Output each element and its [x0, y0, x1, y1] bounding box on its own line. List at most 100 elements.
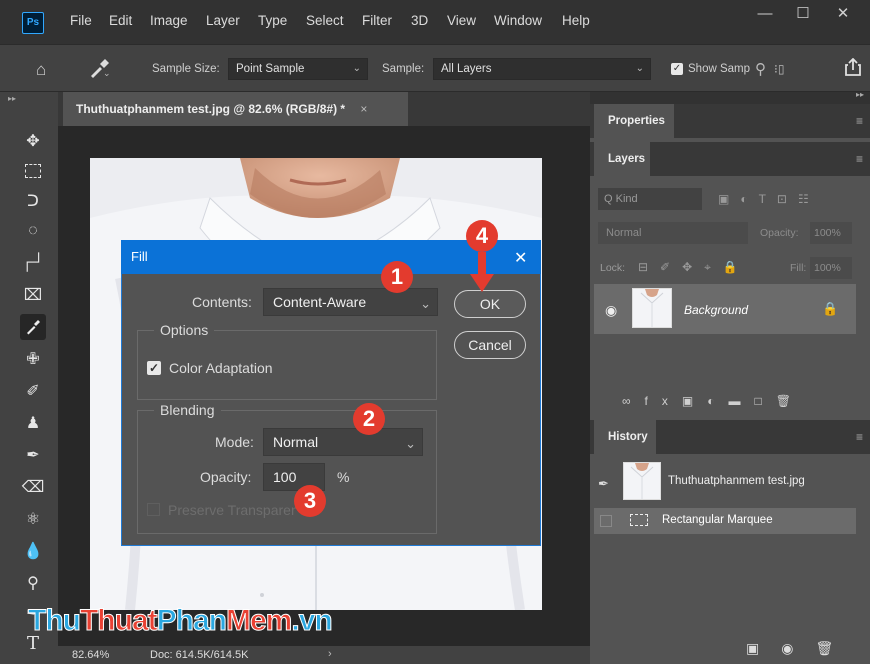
menu-window[interactable]: Window — [494, 13, 542, 28]
chevron-down-icon: ⌄ — [352, 63, 361, 74]
doc-size: Doc: 614.5K/614.5K — [150, 649, 249, 661]
layer-thumbnail — [632, 288, 672, 328]
dodge-tool-icon[interactable]: ⚲ — [20, 570, 46, 596]
photoshop-logo: Ps — [22, 12, 44, 34]
lock-label: Lock: — [600, 262, 626, 274]
history-item-label: Rectangular Marquee — [662, 514, 773, 526]
menu-select[interactable]: Select — [306, 13, 344, 28]
maximize-icon[interactable]: ☐ — [782, 0, 824, 28]
snapshot-thumbnail — [623, 462, 661, 500]
panel-menu-icon[interactable]: ≡ — [856, 114, 863, 128]
menu-edit[interactable]: Edit — [109, 13, 132, 28]
sample-select[interactable]: All Layers ⌄ — [433, 58, 651, 80]
chevron-down-icon: ⌄ — [420, 296, 431, 311]
lasso-tool-icon[interactable]: ᑐ — [20, 188, 46, 214]
history-brush-tool-icon[interactable]: ✒ — [20, 442, 46, 468]
status-bar: 82.64% Doc: 614.5K/614.5K › — [58, 646, 590, 664]
minimize-icon[interactable]: — — [744, 0, 786, 28]
ok-button[interactable]: OK — [454, 290, 526, 318]
tab-history[interactable]: History — [594, 420, 656, 454]
sample-size-label: Sample Size: — [152, 63, 220, 75]
step-badge-2: 2 — [353, 403, 385, 435]
quick-selection-tool-icon[interactable]: ◌ — [20, 218, 46, 244]
menu-filter[interactable]: Filter — [362, 13, 392, 28]
history-item-label: Thuthuatphanmem test.jpg — [668, 475, 805, 487]
marquee-icon — [630, 514, 648, 526]
document-tab[interactable]: Thuthuatphanmem test.jpg @ 82.6% (RGB/8#… — [63, 92, 408, 126]
search-icon[interactable]: ⚲ — [755, 60, 766, 78]
layer-filter-select[interactable]: Q Kind — [598, 188, 702, 210]
lock-icons[interactable]: ⊟✐✥⌖🔒 — [638, 260, 750, 275]
visibility-eye-icon[interactable]: ◉ — [605, 302, 617, 319]
watermark-logo: ThuThuatPhanMem.vn — [28, 604, 334, 638]
menu-file[interactable]: File — [70, 13, 92, 28]
cancel-button[interactable]: Cancel — [454, 331, 526, 359]
fill-field[interactable]: 100% — [810, 257, 852, 279]
blending-group-title: Blending — [154, 402, 221, 418]
contents-label: Contents: — [192, 294, 252, 310]
history-source-checkbox[interactable] — [600, 515, 612, 527]
menu-layer[interactable]: Layer — [206, 13, 240, 28]
move-tool-icon[interactable]: ✥ — [20, 128, 46, 154]
options-group-title: Options — [154, 322, 215, 338]
opacity-label: Opacity: — [760, 227, 799, 239]
opacity-label: Opacity: — [200, 469, 252, 485]
opacity-field[interactable]: 100% — [810, 222, 852, 244]
panel-header: ▸▸ — [590, 90, 870, 104]
opacity-unit: % — [337, 469, 350, 485]
collapse-icon[interactable]: ▸▸ — [856, 90, 864, 99]
tab-properties[interactable]: Properties — [594, 104, 674, 138]
layer-actions-icons[interactable]: ∞fx▣◐▬□🗑 — [622, 394, 805, 408]
crop-tool-icon[interactable]: ┌┘ — [20, 250, 46, 276]
menu-type[interactable]: Type — [258, 13, 287, 28]
eraser-tool-icon[interactable]: ⌫ — [20, 474, 46, 500]
menu-view[interactable]: View — [447, 13, 476, 28]
color-adaptation-checkbox[interactable]: ✓ — [147, 361, 161, 375]
menu-image[interactable]: Image — [150, 13, 188, 28]
preserve-transparency-label: Preserve Transparency — [168, 502, 296, 518]
collapse-icon[interactable]: ▸▸ — [8, 94, 16, 103]
layers-footer: ∞fx▣◐▬□🗑 — [594, 388, 870, 416]
layer-name[interactable]: Background — [684, 303, 748, 317]
panel-menu-icon[interactable]: ≡ — [856, 430, 863, 444]
document-title: Thuthuatphanmem test.jpg @ 82.6% (RGB/8#… — [76, 102, 346, 116]
marquee-tool-icon[interactable] — [20, 158, 46, 184]
share-icon[interactable] — [845, 58, 861, 76]
paint-bucket-tool-icon[interactable]: ⚛ — [20, 506, 46, 532]
step-badge-3: 3 — [294, 485, 326, 517]
chevron-down-icon: ⌄ — [405, 436, 416, 451]
eyedropper-tool-icon[interactable] — [20, 314, 46, 340]
eyedropper-icon[interactable]: ⌄ — [88, 58, 110, 78]
history-footer-icons[interactable]: ▣◉🗑 — [746, 640, 855, 657]
show-sampling-checkbox[interactable]: ✓ — [671, 63, 683, 75]
history-brush-icon[interactable]: ✒ — [598, 476, 609, 492]
close-icon[interactable]: ✕ — [822, 0, 864, 28]
mode-select[interactable]: Normal ⌄ — [263, 428, 423, 456]
svg-text:⌄: ⌄ — [103, 69, 110, 78]
close-tab-icon[interactable]: × — [360, 102, 367, 116]
blur-tool-icon[interactable]: 💧 — [20, 538, 46, 564]
layer-filter-icons[interactable]: ▣◐T⊡☷ — [718, 192, 820, 206]
step-badge-1: 1 — [381, 261, 413, 293]
workspace-icon[interactable]: ⁝▯ — [774, 62, 784, 76]
panel-menu-icon[interactable]: ≡ — [856, 152, 863, 166]
close-icon[interactable]: ✕ — [514, 248, 527, 268]
mode-label: Mode: — [215, 434, 254, 450]
step-badge-4: 4 — [466, 220, 498, 252]
menu-3d[interactable]: 3D — [411, 13, 428, 28]
healing-brush-tool-icon[interactable]: ✙ — [20, 346, 46, 372]
fill-label: Fill: — [790, 262, 807, 274]
contents-select[interactable]: Content-Aware ⌄ — [263, 288, 438, 316]
show-sampling-label: Show Samp — [688, 63, 751, 75]
brush-tool-icon[interactable]: ✐ — [20, 378, 46, 404]
frame-tool-icon[interactable]: ⌧ — [20, 282, 46, 308]
menu-help[interactable]: Help — [562, 13, 590, 28]
zoom-level[interactable]: 82.64% — [72, 649, 109, 661]
tab-layers[interactable]: Layers — [594, 142, 650, 176]
chevron-right-icon[interactable]: › — [328, 648, 332, 660]
blend-mode-select[interactable]: Normal — [598, 222, 748, 244]
preserve-transparency-checkbox[interactable] — [147, 503, 160, 516]
clone-stamp-tool-icon[interactable]: ♟ — [20, 410, 46, 436]
sample-size-select[interactable]: Point Sample ⌄ — [228, 58, 368, 80]
home-icon[interactable]: ⌂ — [36, 60, 46, 80]
